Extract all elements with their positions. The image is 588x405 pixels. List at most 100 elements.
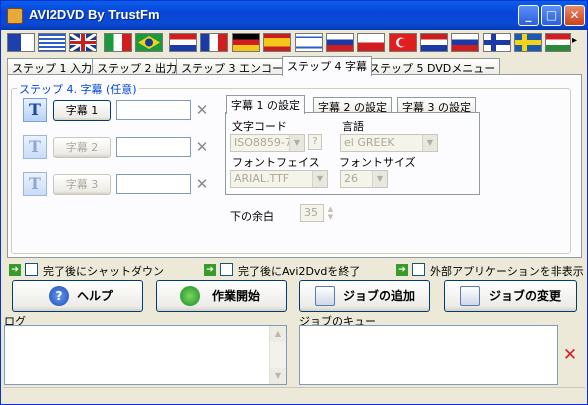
exit-checkbox[interactable] xyxy=(220,263,233,276)
flag-poland-icon[interactable] xyxy=(357,33,385,52)
flag-slovakia-icon[interactable] xyxy=(451,33,479,52)
shutdown-checkbox[interactable] xyxy=(25,263,38,276)
font-size-select[interactable]: 26 ▼ xyxy=(340,170,388,188)
flag-finland-icon[interactable] xyxy=(483,33,511,52)
uk-cross-icon xyxy=(69,32,97,53)
app-icon xyxy=(7,8,23,24)
close-button[interactable]: ✕ xyxy=(564,5,585,26)
turkey-crescent-icon xyxy=(396,37,407,48)
add-job-label: ジョブの追加 xyxy=(343,289,416,303)
subtitle-3-icon: T xyxy=(23,172,47,196)
change-job-icon xyxy=(460,286,480,306)
flag-brazil-icon[interactable] xyxy=(135,33,163,52)
charset-label: 文字コード xyxy=(232,120,287,133)
font-face-value: ARIAL.TTF xyxy=(234,172,290,185)
charset-dropdown-icon[interactable]: ▼ xyxy=(289,135,304,151)
bottom-margin-spin-icon[interactable]: ▲ ▼ xyxy=(324,205,337,221)
subtitle-3-button[interactable]: 字幕 3 xyxy=(53,174,111,195)
font-face-dropdown-icon[interactable]: ▼ xyxy=(312,171,327,187)
subtitle-2-icon: T xyxy=(23,135,47,159)
brazil-diamond-icon xyxy=(138,36,160,49)
flag-hungary-icon[interactable] xyxy=(545,33,571,52)
sweden-cross-icon xyxy=(515,34,541,51)
flag-uk-icon[interactable] xyxy=(69,32,97,53)
tab-step-1[interactable]: ステップ 1 入力 xyxy=(7,58,97,75)
help-label: ヘルプ xyxy=(77,289,114,303)
start-button[interactable]: 作業開始 xyxy=(156,280,287,312)
flag-greece-icon[interactable] xyxy=(38,33,66,52)
font-face-label: フォントフェイス xyxy=(232,156,320,169)
exit-label: 完了後にAvi2Dvdを終了 xyxy=(238,265,361,278)
change-job-button[interactable]: ジョブの変更 xyxy=(444,280,577,312)
bottom-margin-value: 35 xyxy=(304,206,318,219)
question-icon: ? xyxy=(49,286,69,306)
title-bar[interactable]: AVI2DVD By TrustFm _ □ ✕ xyxy=(1,1,587,30)
subtitle-3-clear-icon[interactable]: ✕ xyxy=(194,176,210,192)
bottom-margin-label: 下の余白 xyxy=(230,210,274,223)
spin-up-icon[interactable]: ▲ xyxy=(328,205,333,213)
maximize-button[interactable]: □ xyxy=(541,5,562,26)
language-flags: ▸ xyxy=(4,31,586,55)
add-job-icon xyxy=(315,286,335,306)
charset-value: ISO8859-7 xyxy=(234,136,292,149)
green-arrow-icon: ➔ xyxy=(9,264,21,276)
play-icon xyxy=(180,286,200,306)
log-textarea[interactable]: ▲ ▼ xyxy=(4,325,287,385)
flags-scroll-right-icon[interactable]: ▸ xyxy=(572,35,584,46)
bottom-margin-spinner[interactable]: 35 ▲ ▼ xyxy=(300,204,333,222)
subtitle-3-path-input[interactable] xyxy=(116,174,191,194)
scroll-up-icon[interactable]: ▲ xyxy=(270,326,286,342)
app-window: AVI2DVD By TrustFm _ □ ✕ ▸ ステップ 1 入力 ステッ… xyxy=(0,0,588,405)
subtitle-1-clear-icon[interactable]: ✕ xyxy=(194,102,210,118)
font-face-select[interactable]: ARIAL.TTF ▼ xyxy=(230,170,328,188)
flag-greece-alt-icon[interactable] xyxy=(7,33,35,52)
tab-step-3[interactable]: ステップ 3 エンコーダ xyxy=(176,58,299,75)
subtitle-2-button[interactable]: 字幕 2 xyxy=(53,137,111,158)
font-size-value: 26 xyxy=(344,172,358,185)
green-arrow-icon: ➔ xyxy=(396,264,408,276)
log-scrollbar[interactable]: ▲ ▼ xyxy=(269,326,286,384)
flag-russia-icon[interactable] xyxy=(326,33,354,52)
charset-help-button[interactable]: ? xyxy=(308,134,322,150)
minimize-button[interactable]: _ xyxy=(518,5,539,26)
hide-external-label: 外部アプリケーションを非表示 xyxy=(430,265,584,278)
flag-turkey-icon[interactable] xyxy=(389,33,417,52)
subtitle-2-clear-icon[interactable]: ✕ xyxy=(194,139,210,155)
hide-external-checkbox[interactable] xyxy=(412,263,425,276)
help-button[interactable]: ? ヘルプ xyxy=(12,280,143,312)
delete-job-icon[interactable]: ✕ xyxy=(562,347,578,364)
change-job-label: ジョブの変更 xyxy=(489,289,562,303)
font-size-label: フォントサイズ xyxy=(339,156,416,169)
language-value: el GREEK xyxy=(344,136,395,149)
flag-israel-icon[interactable] xyxy=(295,33,323,52)
window-title: AVI2DVD By TrustFm xyxy=(29,7,160,22)
flag-sweden-icon[interactable] xyxy=(514,33,542,52)
finland-cross-icon xyxy=(484,34,510,51)
font-size-dropdown-icon[interactable]: ▼ xyxy=(372,171,387,187)
add-job-button[interactable]: ジョブの追加 xyxy=(299,280,430,312)
green-arrow-icon: ➔ xyxy=(204,264,216,276)
flag-croatia-icon[interactable] xyxy=(169,33,197,52)
language-select[interactable]: el GREEK ▼ xyxy=(340,134,438,152)
language-label: 言語 xyxy=(342,120,364,133)
subtab-subtitle-1-settings[interactable]: 字幕 1 の設定 xyxy=(226,95,305,114)
subtitle-1-button[interactable]: 字幕 1 xyxy=(53,100,111,121)
language-dropdown-icon[interactable]: ▼ xyxy=(422,135,437,151)
scroll-down-icon[interactable]: ▼ xyxy=(270,368,286,384)
subtitle-1-icon: T xyxy=(23,98,47,122)
tab-step-5[interactable]: ステップ 5 DVDメニュー xyxy=(364,58,501,75)
flag-france-icon[interactable] xyxy=(200,33,228,52)
flag-italy-icon[interactable] xyxy=(104,33,132,52)
group-title: ステップ 4. 字幕 (任意) xyxy=(17,81,139,97)
subtitle-2-path-input[interactable] xyxy=(116,137,191,157)
flag-spain-icon[interactable] xyxy=(263,33,291,52)
charset-select[interactable]: ISO8859-7 ▼ xyxy=(230,134,305,152)
subtitle-1-path-input[interactable] xyxy=(116,100,191,120)
flag-germany-icon[interactable] xyxy=(232,33,260,52)
tab-step-4[interactable]: ステップ 4 字幕 xyxy=(282,56,372,76)
spin-down-icon[interactable]: ▼ xyxy=(328,213,333,221)
flag-netherlands-icon[interactable] xyxy=(420,33,448,52)
job-queue-list[interactable] xyxy=(299,325,558,385)
tab-step-2[interactable]: ステップ 2 出力 xyxy=(92,58,182,75)
start-label: 作業開始 xyxy=(212,289,261,303)
